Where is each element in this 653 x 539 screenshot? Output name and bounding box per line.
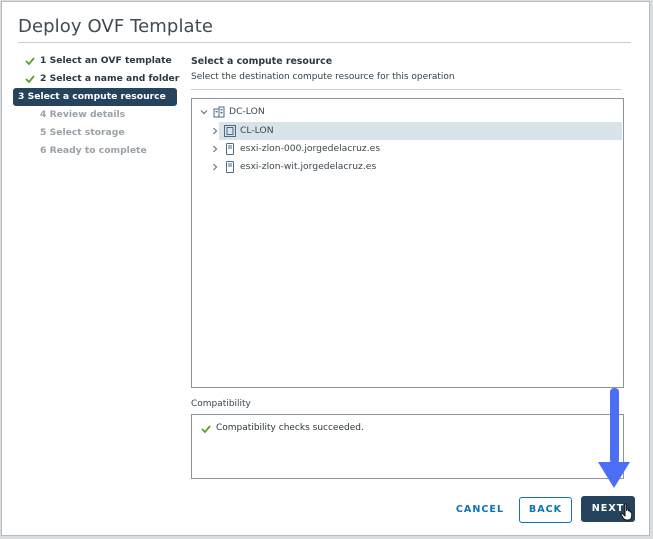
- tree-item-label: CL-LON: [240, 125, 274, 136]
- chevron-right-icon[interactable]: [211, 127, 219, 135]
- pane-subtitle: Select the destination compute resource …: [191, 72, 455, 82]
- compatibility-label: Compatibility: [191, 399, 251, 409]
- tree-node-host[interactable]: esxi-zlon-000.jorgedelacruz.es: [211, 140, 511, 158]
- cluster-icon: [224, 125, 236, 137]
- pane-divider: [191, 89, 621, 90]
- checkmark-icon: [201, 425, 211, 433]
- wizard-steps: 1 Select an OVF template 2 Select a name…: [13, 52, 179, 160]
- checkmark-icon: [25, 75, 35, 83]
- chevron-right-icon[interactable]: [211, 145, 219, 153]
- step-3-active[interactable]: 3 Select a compute resource: [13, 88, 177, 106]
- step-label: 3 Select a compute resource: [18, 91, 166, 102]
- dialog-title: Deploy OVF Template: [18, 16, 214, 37]
- annotation-arrow-icon: [598, 388, 630, 488]
- tree-node-host[interactable]: esxi-zlon-wit.jorgedelacruz.es: [211, 158, 511, 176]
- deploy-ovf-dialog: Deploy OVF Template 1 Select an OVF temp…: [1, 1, 650, 536]
- compute-resource-tree[interactable]: DC-LON CL-LON esxi-zlon-000.jorgedelacru…: [191, 98, 624, 388]
- step-label: 6 Ready to complete: [40, 145, 147, 156]
- tree-node-datacenter[interactable]: DC-LON: [200, 103, 400, 121]
- cancel-button[interactable]: CANCEL: [449, 497, 511, 523]
- host-icon: [226, 161, 234, 173]
- step-5: 5 Select storage: [24, 124, 179, 142]
- step-label: 4 Review details: [40, 109, 126, 120]
- checkmark-icon: [25, 57, 35, 65]
- compatibility-panel: Compatibility checks succeeded.: [191, 414, 624, 479]
- step-label: 2 Select a name and folder: [40, 73, 180, 84]
- pane-title: Select a compute resource: [191, 56, 333, 67]
- step-label: 5 Select storage: [40, 127, 125, 138]
- tree-node-cluster[interactable]: CL-LON: [211, 122, 511, 140]
- tree-item-label: esxi-zlon-wit.jorgedelacruz.es: [240, 161, 377, 172]
- chevron-right-icon[interactable]: [211, 163, 219, 171]
- compatibility-message: Compatibility checks succeeded.: [216, 423, 364, 433]
- step-2[interactable]: 2 Select a name and folder: [24, 70, 179, 88]
- back-button[interactable]: BACK: [519, 497, 572, 523]
- chevron-down-icon[interactable]: [200, 108, 208, 116]
- step-1[interactable]: 1 Select an OVF template: [24, 52, 179, 70]
- step-4: 4 Review details: [24, 106, 179, 124]
- title-divider: [18, 42, 631, 43]
- datacenter-icon: [213, 106, 225, 118]
- datacenter-label: DC-LON: [229, 106, 265, 117]
- step-label: 1 Select an OVF template: [40, 55, 172, 66]
- host-icon: [226, 143, 234, 155]
- tree-item-label: esxi-zlon-000.jorgedelacruz.es: [240, 143, 381, 154]
- hand-cursor-icon: [620, 503, 633, 521]
- step-6: 6 Ready to complete: [24, 142, 179, 160]
